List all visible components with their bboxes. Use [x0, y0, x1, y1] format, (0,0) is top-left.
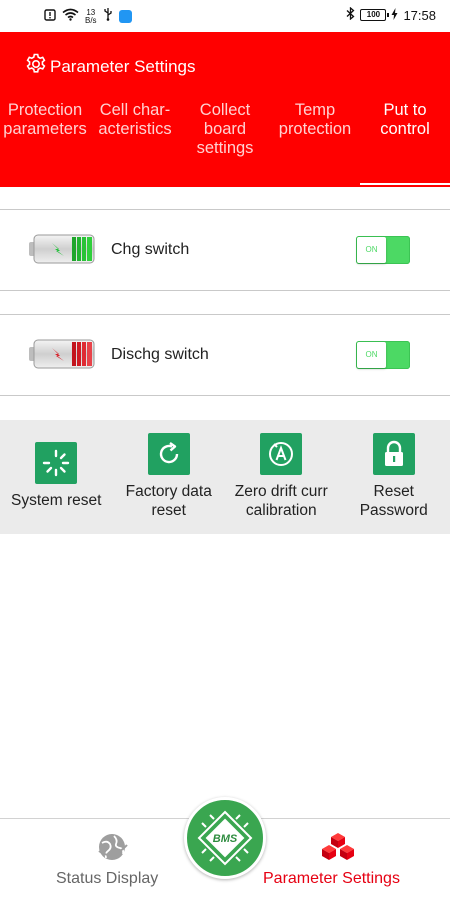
action-label: calibration — [245, 502, 317, 519]
tab-label-line: acteristics — [98, 120, 172, 138]
system-reset-button[interactable]: System reset — [0, 420, 113, 534]
charging-bolt-icon — [391, 7, 398, 23]
dischg-switch-toggle[interactable]: ON — [356, 341, 410, 369]
header-title-row: Parameter Settings — [24, 52, 196, 81]
tab-bar: Protection parameters Cell char- acteris… — [0, 100, 450, 187]
bluetooth-icon — [346, 6, 355, 23]
status-bar: 13 B/s 100 17:58 — [0, 0, 450, 32]
status-bar-left: 13 B/s — [44, 7, 132, 26]
action-label: Password — [359, 502, 428, 519]
usb-icon — [103, 7, 113, 26]
tab-label-line: settings — [196, 139, 254, 157]
tab-label-line: Cell char- — [99, 101, 171, 119]
tab-label-line: control — [380, 120, 430, 138]
wifi-icon — [62, 8, 79, 26]
bms-chip-icon: BMS — [197, 810, 253, 866]
chg-switch-label: Chg switch — [111, 241, 190, 258]
zero-drift-calibration-button[interactable]: Zero drift curr calibration — [225, 420, 338, 534]
tab-label-line: protection — [278, 120, 352, 138]
tab-collect-board-settings[interactable]: Collect board settings — [180, 100, 270, 187]
cubes-icon — [321, 831, 355, 868]
action-label: reset — [151, 502, 186, 519]
app-notification-icon — [118, 10, 132, 23]
action-label: System reset — [11, 492, 102, 509]
gear-icon[interactable] — [24, 52, 48, 81]
tab-label-line: board — [203, 120, 247, 138]
tab-cell-characteristics[interactable]: Cell char- acteristics — [90, 100, 180, 187]
action-label: Reset — [373, 483, 415, 500]
charging-battery-icon — [28, 234, 96, 269]
actions-panel: System reset Factory data reset Zero dri… — [0, 420, 450, 534]
page-title: Parameter Settings — [50, 56, 196, 76]
dischg-switch-label: Dischg switch — [111, 346, 209, 363]
status-bar-right: 100 17:58 — [346, 6, 436, 23]
bms-center-button[interactable]: BMS — [184, 797, 266, 879]
refresh-icon — [147, 433, 190, 475]
tab-label-line: Put to — [383, 101, 427, 119]
tab-label-line: Temp — [294, 101, 336, 119]
toggle-state-label: ON — [357, 237, 386, 263]
nav-label-status-display: Status Display — [56, 870, 159, 887]
discharging-battery-icon — [28, 339, 96, 374]
battery-level-indicator: 100 — [360, 9, 390, 21]
calibration-icon — [260, 433, 303, 475]
tab-label-line: Protection — [7, 101, 83, 119]
chg-switch-toggle[interactable]: ON — [356, 236, 410, 264]
bms-center-label: BMS — [213, 833, 238, 845]
tab-temp-protection[interactable]: Temp protection — [270, 100, 360, 187]
dischg-switch-row: Dischg switch ON — [0, 314, 450, 396]
clock: 17:58 — [403, 7, 436, 23]
lock-icon — [372, 433, 415, 475]
app-header: Parameter Settings Protection parameters… — [0, 32, 450, 187]
notification-icon — [44, 8, 56, 26]
chg-switch-row: Chg switch ON — [0, 209, 450, 291]
tab-put-to-control[interactable]: Put to control — [360, 100, 450, 187]
net-speed-unit: B/s — [85, 15, 97, 25]
toggle-state-label: ON — [357, 342, 386, 368]
action-label: Zero drift curr — [234, 483, 328, 500]
factory-data-reset-button[interactable]: Factory data reset — [113, 420, 226, 534]
net-speed: 13 B/s — [85, 8, 97, 25]
nav-label-parameter-settings: Parameter Settings — [263, 870, 400, 887]
reset-password-button[interactable]: Reset Password — [338, 420, 450, 534]
action-label: Factory data — [125, 483, 212, 500]
tab-protection-parameters[interactable]: Protection parameters — [0, 100, 90, 187]
spinner-icon — [35, 442, 78, 484]
tab-label-line: parameters — [3, 120, 87, 138]
tab-label-line: Collect — [199, 101, 251, 119]
globe-icon — [96, 831, 130, 868]
